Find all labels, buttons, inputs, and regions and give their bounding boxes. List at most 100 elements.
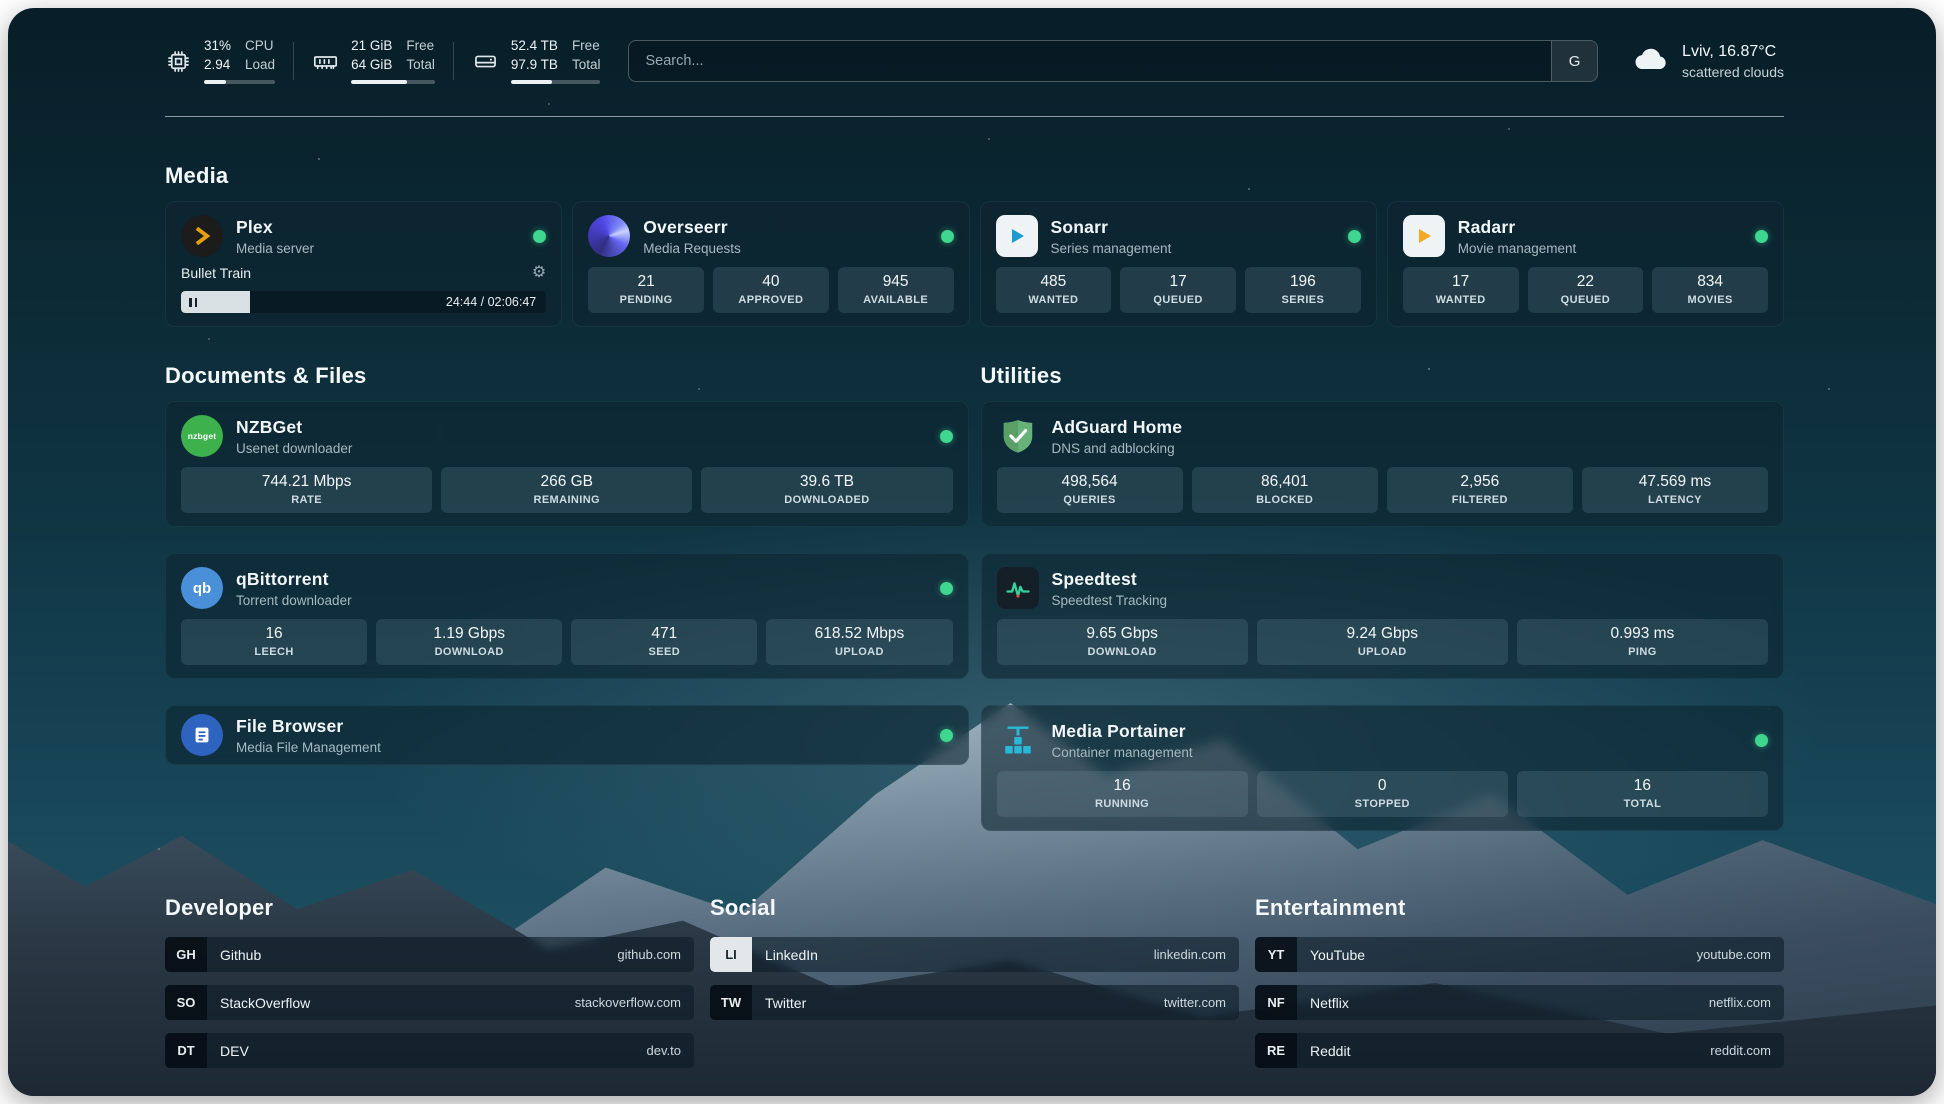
settings-gear-icon[interactable]: ⚙: [532, 265, 546, 281]
stat-box: 744.21 Mbps RATE: [181, 467, 432, 513]
bookmark-url: stackoverflow.com: [575, 995, 681, 1010]
stat-box: 9.24 Gbps UPLOAD: [1257, 619, 1508, 665]
bookmarks-developer: Developer GH Github github.com SO StackO…: [165, 895, 694, 1068]
stat-box: 17 WANTED: [1403, 267, 1519, 313]
bookmark-url: youtube.com: [1697, 947, 1771, 962]
bookmark-url: linkedin.com: [1154, 947, 1226, 962]
weather-condition: scattered clouds: [1682, 64, 1784, 80]
service-card-filebrowser[interactable]: File Browser Media File Management: [165, 705, 969, 765]
service-card-radarr[interactable]: Radarr Movie management 17 WANTED 22 QUE…: [1387, 201, 1784, 327]
service-card-adguard[interactable]: AdGuard Home DNS and adblocking 498,564 …: [981, 401, 1785, 527]
bookmarks-social: Social LI LinkedIn linkedin.com TW Twitt…: [710, 895, 1239, 1068]
stat-label: TOTAL: [1521, 798, 1764, 810]
service-card-plex[interactable]: Plex Media server Bullet Train ⚙ 24:44 /…: [165, 201, 562, 327]
stat-label: UPLOAD: [1261, 646, 1504, 658]
cpu-stat: 31% 2.94 CPU Load: [165, 38, 275, 84]
stat-label: QUERIES: [1001, 494, 1179, 506]
card-header: AdGuard Home DNS and adblocking: [997, 415, 1769, 457]
search-bar[interactable]: G: [628, 40, 1598, 82]
nzbget-icon: nzbget: [181, 415, 223, 457]
card-title: Sonarr: [1051, 217, 1172, 238]
status-online-dot: [940, 582, 953, 595]
ram-usage-bar: [351, 80, 435, 84]
section-title-entertainment: Entertainment: [1255, 895, 1784, 921]
stats-row: 17 WANTED 22 QUEUED 834 MOVIES: [1403, 267, 1768, 313]
bookmark-abbr-tile: LI: [710, 937, 752, 972]
bookmark-reddit[interactable]: RE Reddit reddit.com: [1255, 1033, 1784, 1068]
service-card-nzbget[interactable]: nzbget NZBGet Usenet downloader 744.21 M…: [165, 401, 969, 527]
stat-label: WANTED: [1407, 294, 1515, 306]
stat-label: SEED: [575, 646, 753, 658]
ram-free-label: Free: [406, 38, 435, 55]
stat-label: DOWNLOAD: [380, 646, 558, 658]
stat-label: QUEUED: [1532, 294, 1640, 306]
ram-free-value: 21 GiB: [351, 38, 392, 55]
section-documents: Documents & Files nzbget NZBGet Usenet d…: [165, 363, 969, 765]
bookmark-netflix[interactable]: NF Netflix netflix.com: [1255, 985, 1784, 1020]
stat-box: 266 GB REMAINING: [441, 467, 692, 513]
bookmark-name: Reddit: [1310, 1043, 1350, 1059]
stat-box: 16 RUNNING: [997, 771, 1248, 817]
service-card-overseerr[interactable]: Overseerr Media Requests 21 PENDING 40 A…: [572, 201, 969, 327]
section-title-documents: Documents & Files: [165, 363, 969, 389]
card-title: File Browser: [236, 716, 381, 737]
bookmark-name: StackOverflow: [220, 995, 310, 1011]
stat-label: LATENCY: [1586, 494, 1764, 506]
stat-label: DOWNLOADED: [705, 494, 948, 506]
service-card-portainer[interactable]: Media Portainer Container management 16 …: [981, 705, 1785, 831]
stat-box: 2,956 FILTERED: [1387, 467, 1573, 513]
card-subtitle: Usenet downloader: [236, 441, 352, 456]
bookmark-github[interactable]: GH Github github.com: [165, 937, 694, 972]
search-provider-button[interactable]: G: [1551, 41, 1597, 81]
bookmark-dev[interactable]: DT DEV dev.to: [165, 1033, 694, 1068]
stat-box: 196 SERIES: [1245, 267, 1361, 313]
playback-progress-bar[interactable]: 24:44 / 02:06:47: [181, 291, 546, 313]
qbittorrent-icon: qb: [181, 567, 223, 609]
stat-box: 40 APPROVED: [713, 267, 829, 313]
bookmark-stackoverflow[interactable]: SO StackOverflow stackoverflow.com: [165, 985, 694, 1020]
card-title: Plex: [236, 217, 314, 238]
disk-total-label: Total: [572, 57, 601, 74]
card-subtitle: Torrent downloader: [236, 593, 352, 608]
service-card-qbittorrent[interactable]: qb qBittorrent Torrent downloader 16 LEE…: [165, 553, 969, 679]
bookmark-rows: LI LinkedIn linkedin.com TW Twitter twit…: [710, 937, 1239, 1020]
card-subtitle: Series management: [1051, 241, 1172, 256]
bookmark-name: DEV: [220, 1043, 249, 1059]
bookmark-abbr-tile: YT: [1255, 937, 1297, 972]
middle-columns: Documents & Files nzbget NZBGet Usenet d…: [165, 363, 1784, 831]
stat-value: 21: [592, 273, 700, 291]
search-input[interactable]: [629, 41, 1551, 81]
stat-box: 39.6 TB DOWNLOADED: [701, 467, 952, 513]
stat-box: 0 STOPPED: [1257, 771, 1508, 817]
bookmark-abbr-tile: SO: [165, 985, 207, 1020]
card-title: Media Portainer: [1052, 721, 1193, 742]
status-online-dot: [940, 430, 953, 443]
stat-value: 266 GB: [445, 473, 688, 491]
bookmark-linkedin[interactable]: LI LinkedIn linkedin.com: [710, 937, 1239, 972]
card-header: Plex Media server: [181, 215, 546, 257]
service-card-speedtest[interactable]: Speedtest Speedtest Tracking 9.65 Gbps D…: [981, 553, 1785, 679]
bookmarks-section: Developer GH Github github.com SO StackO…: [165, 895, 1784, 1068]
disk-stat: 52.4 TB 97.9 TB Free Total: [472, 38, 601, 84]
stat-value: 86,401: [1196, 473, 1374, 491]
stat-value: 1.19 Gbps: [380, 625, 558, 643]
stat-box: 17 QUEUED: [1120, 267, 1236, 313]
bookmark-name: Github: [220, 947, 261, 963]
radarr-icon: [1403, 215, 1445, 257]
bookmark-name: Twitter: [765, 995, 806, 1011]
stat-label: STOPPED: [1261, 798, 1504, 810]
stats-row: 744.21 Mbps RATE 266 GB REMAINING 39.6 T…: [181, 467, 953, 513]
stat-label: MOVIES: [1656, 294, 1764, 306]
now-playing-row: Bullet Train ⚙: [181, 265, 546, 281]
bookmark-youtube[interactable]: YT YouTube youtube.com: [1255, 937, 1784, 972]
card-title: NZBGet: [236, 417, 352, 438]
service-card-sonarr[interactable]: Sonarr Series management 485 WANTED 17 Q…: [980, 201, 1377, 327]
pause-icon[interactable]: [189, 298, 197, 307]
bookmark-twitter[interactable]: TW Twitter twitter.com: [710, 985, 1239, 1020]
stat-box: 1.19 Gbps DOWNLOAD: [376, 619, 562, 665]
dashboard-content: 31% 2.94 CPU Load: [8, 34, 1936, 1096]
bookmark-url: github.com: [617, 947, 681, 962]
weather-widget[interactable]: Lviv, 16.87°C scattered clouds: [1630, 43, 1784, 80]
stat-box: 86,401 BLOCKED: [1192, 467, 1378, 513]
status-online-dot: [940, 729, 953, 742]
